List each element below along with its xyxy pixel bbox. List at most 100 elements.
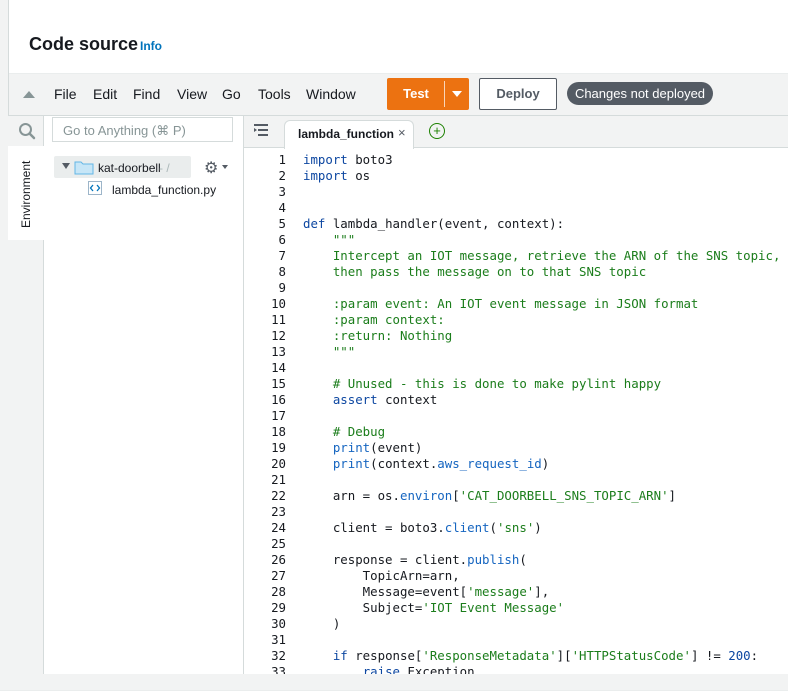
code-line[interactable]: 32 if response['ResponseMetadata']['HTTP… <box>244 648 788 664</box>
line-number: 6 <box>278 232 286 247</box>
gear-icon[interactable]: ⚙ <box>204 158 218 178</box>
tree-file-lambda[interactable]: lambda_function.py <box>112 183 216 197</box>
code-line[interactable]: 1 import boto3 <box>244 152 788 168</box>
menu-edit[interactable]: Edit <box>93 86 117 102</box>
code-line[interactable]: 18 # Debug <box>244 424 788 440</box>
line-number: 27 <box>271 568 286 583</box>
line-source: assert context <box>332 392 438 407</box>
code-line[interactable]: 25 <box>244 536 788 552</box>
code-line[interactable]: 27 TopicArn=arn, <box>244 568 788 584</box>
line-source: Subject='IOT Event Message' <box>303 600 565 615</box>
search-icon[interactable] <box>18 122 36 140</box>
test-button[interactable]: Test <box>387 78 469 110</box>
code-line[interactable]: 21 <box>244 472 788 488</box>
code-line[interactable]: 20 print(context.aws_request_id) <box>244 456 788 472</box>
line-number: 30 <box>271 616 286 631</box>
line-source: then pass the message on to that SNS top… <box>303 264 647 279</box>
code-line[interactable]: 15 # Unused - this is done to make pylin… <box>244 376 788 392</box>
line-number: 9 <box>278 280 286 295</box>
code-line[interactable]: 17 <box>244 408 788 424</box>
code-line[interactable]: 16 assert context <box>244 392 788 408</box>
goto-anything-input[interactable]: Go to Anything (⌘ P) <box>52 117 233 142</box>
test-dropdown-icon[interactable] <box>452 91 462 97</box>
deploy-button[interactable]: Deploy <box>479 78 557 110</box>
environment-tab-label: Environment <box>19 160 33 228</box>
code-line[interactable]: 11 :param context: <box>244 312 788 328</box>
code-line[interactable]: 2 import os <box>244 168 788 184</box>
line-number: 32 <box>271 648 286 663</box>
code-line[interactable]: 8 then pass the message on to that SNS t… <box>244 264 788 280</box>
line-source: def lambda_handler(event, context): <box>303 216 565 231</box>
code-line[interactable]: 30 ) <box>244 616 788 632</box>
line-number: 8 <box>278 264 286 279</box>
line-source: import os <box>303 168 371 183</box>
line-number: 4 <box>278 200 286 215</box>
line-source: :param context: <box>303 312 445 327</box>
line-number: 24 <box>271 520 286 535</box>
panel-header: Code source Info <box>9 0 788 74</box>
line-number: 33 <box>271 664 286 674</box>
menu-file[interactable]: File <box>54 86 77 102</box>
line-source: import boto3 <box>303 152 393 167</box>
code-line[interactable]: 14 <box>244 360 788 376</box>
code-line[interactable]: 24 client = boto3.client('sns') <box>244 520 788 536</box>
menu-find[interactable]: Find <box>133 86 160 102</box>
menu-tools[interactable]: Tools <box>258 86 291 102</box>
line-number: 3 <box>278 184 286 199</box>
code-line[interactable]: 19 print(event) <box>244 440 788 456</box>
tab-label: lambda_function <box>298 127 395 141</box>
code-line[interactable]: 33 raise Exception <box>244 664 788 674</box>
test-button-label: Test <box>403 86 429 101</box>
line-source: arn = os.environ['CAT_DOORBELL_SNS_TOPIC… <box>303 488 677 503</box>
line-source: ) <box>303 616 341 631</box>
tab-list-icon[interactable] <box>254 124 268 136</box>
code-area[interactable]: 1 import boto3 2 import os 3 4 5 def lambda_han… <box>244 152 788 674</box>
line-source: print(context.aws_request_id) <box>332 456 550 471</box>
code-line[interactable]: 22 arn = os.environ['CAT_DOORBELL_SNS_TO… <box>244 488 788 504</box>
code-line[interactable]: 7 Intercept an IOT message, retrieve the… <box>244 248 788 264</box>
line-source: :return: Nothing <box>303 328 453 343</box>
code-line[interactable]: 4 <box>244 200 788 216</box>
add-tab-icon[interactable]: + <box>429 123 445 139</box>
menu-go[interactable]: Go <box>222 86 241 102</box>
info-link[interactable]: Info <box>140 39 162 53</box>
line-source: raise Exception <box>362 664 475 674</box>
line-number: 2 <box>278 168 286 183</box>
close-icon[interactable]: × <box>398 125 406 140</box>
status-badge: Changes not deployed <box>567 82 713 105</box>
code-line[interactable]: 23 <box>244 504 788 520</box>
code-line[interactable]: 9 <box>244 280 788 296</box>
code-line[interactable]: 29 Subject='IOT Event Message' <box>244 600 788 616</box>
ide-menubar: File Edit Find View Go Tools Window Test… <box>9 74 788 116</box>
code-line[interactable]: 28 Message=event['message'], <box>244 584 788 600</box>
expand-icon[interactable] <box>62 163 70 169</box>
line-number: 26 <box>271 552 286 567</box>
line-number: 16 <box>271 392 286 407</box>
line-number: 20 <box>271 456 286 471</box>
line-number: 1 <box>278 152 286 167</box>
line-source: """ <box>303 344 356 359</box>
line-source: TopicArn=arn, <box>303 568 460 583</box>
code-line[interactable]: 6 """ <box>244 232 788 248</box>
line-number: 7 <box>278 248 286 263</box>
line-number: 25 <box>271 536 286 551</box>
collapse-icon[interactable] <box>23 91 35 98</box>
code-line[interactable]: 26 response = client.publish( <box>244 552 788 568</box>
test-button-divider <box>444 81 445 107</box>
code-line[interactable]: 3 <box>244 184 788 200</box>
code-line[interactable]: 12 :return: Nothing <box>244 328 788 344</box>
gear-dropdown-icon[interactable] <box>222 165 228 169</box>
line-number: 28 <box>271 584 286 599</box>
code-line[interactable]: 5 def lambda_handler(event, context): <box>244 216 788 232</box>
line-number: 23 <box>271 504 286 519</box>
menu-window[interactable]: Window <box>306 86 356 102</box>
menu-view[interactable]: View <box>177 86 207 102</box>
line-number: 29 <box>271 600 286 615</box>
code-line[interactable]: 10 :param event: An IOT event message in… <box>244 296 788 312</box>
code-line[interactable]: 13 """ <box>244 344 788 360</box>
line-number: 21 <box>271 472 286 487</box>
bottom-divider <box>0 690 788 699</box>
line-number: 13 <box>271 344 286 359</box>
file-tree-sidebar <box>44 116 244 674</box>
code-line[interactable]: 31 <box>244 632 788 648</box>
